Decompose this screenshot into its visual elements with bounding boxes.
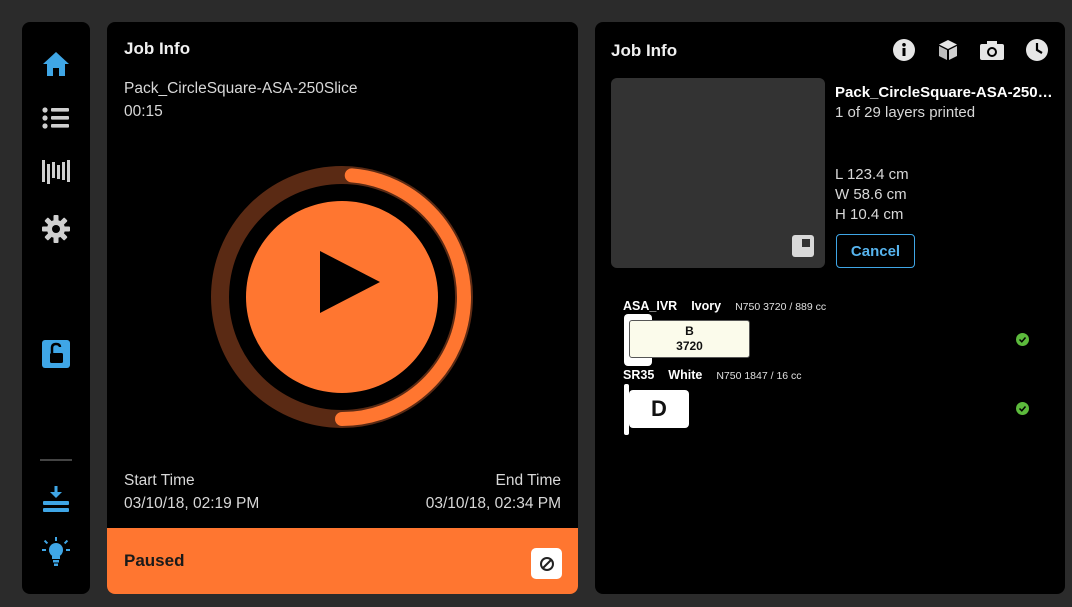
- start-time-value: 03/10/18, 02:19 PM: [124, 495, 260, 512]
- cartridge-label[interactable]: B 3720: [629, 320, 750, 358]
- width-value: W 58.6 cm: [835, 186, 907, 203]
- layers-printed: 1 of 29 layers printed: [835, 104, 976, 121]
- job-name: Pack_CircleSquare-ASA-250…: [835, 84, 1053, 101]
- cartridge-code: 3720: [676, 339, 703, 353]
- list-icon[interactable]: [39, 101, 73, 135]
- unload-icon[interactable]: [39, 482, 73, 516]
- status-text: Paused: [124, 551, 185, 570]
- model-thumbnail: [611, 78, 825, 268]
- end-time-value: 03/10/18, 02:34 PM: [425, 495, 561, 512]
- light-bulb-icon[interactable]: [39, 536, 73, 570]
- gear-icon[interactable]: [39, 212, 73, 246]
- filament-icon[interactable]: [39, 155, 73, 189]
- material-line: ASA_IVR Ivory N750 3720 / 889 cc: [623, 299, 826, 313]
- cartridge-label[interactable]: D: [629, 390, 689, 428]
- material-name: SR35: [623, 368, 655, 382]
- panel-title: Job Info: [611, 41, 678, 60]
- elapsed-time: 00:15: [124, 103, 163, 120]
- end-time-label: End Time: [495, 472, 561, 489]
- height-value: H 10.4 cm: [835, 206, 904, 223]
- check-icon: [1016, 333, 1029, 346]
- material-line: SR35 White N750 1847 / 16 cc: [623, 368, 802, 382]
- abort-button[interactable]: [531, 548, 562, 579]
- material-name: ASA_IVR: [623, 299, 678, 313]
- cube-icon[interactable]: [934, 36, 962, 64]
- info-icon[interactable]: [890, 36, 918, 64]
- unlock-icon[interactable]: [39, 337, 73, 371]
- check-icon: [1016, 402, 1029, 415]
- material-color: Ivory: [691, 299, 722, 313]
- camera-icon[interactable]: [978, 36, 1006, 64]
- cancel-button[interactable]: Cancel: [836, 234, 915, 268]
- job-details-panel: Job Info Pack_CircleSquare-ASA-250… 1 of…: [595, 22, 1065, 594]
- expand-icon[interactable]: [792, 235, 814, 257]
- start-time-label: Start Time: [124, 472, 195, 489]
- job-info-panel: Job Info Pack_CircleSquare-ASA-250Slice …: [107, 22, 578, 594]
- clock-icon[interactable]: [1023, 36, 1051, 64]
- material-detail: N750 3720 / 889 cc: [735, 301, 827, 313]
- sidebar: [22, 22, 90, 594]
- panel-title: Job Info: [124, 39, 191, 58]
- cancel-circle-icon: [539, 556, 554, 571]
- sidebar-divider: [40, 459, 72, 461]
- progress-ring[interactable]: [209, 164, 475, 430]
- job-name: Pack_CircleSquare-ASA-250Slice: [124, 80, 358, 97]
- length-value: L 123.4 cm: [835, 166, 909, 183]
- cartridge-slot: D: [651, 396, 667, 421]
- status-bar: Paused: [107, 528, 578, 594]
- home-icon[interactable]: [39, 47, 73, 81]
- material-detail: N750 1847 / 16 cc: [716, 370, 802, 382]
- material-color: White: [668, 368, 703, 382]
- cartridge-slot: B: [685, 324, 694, 338]
